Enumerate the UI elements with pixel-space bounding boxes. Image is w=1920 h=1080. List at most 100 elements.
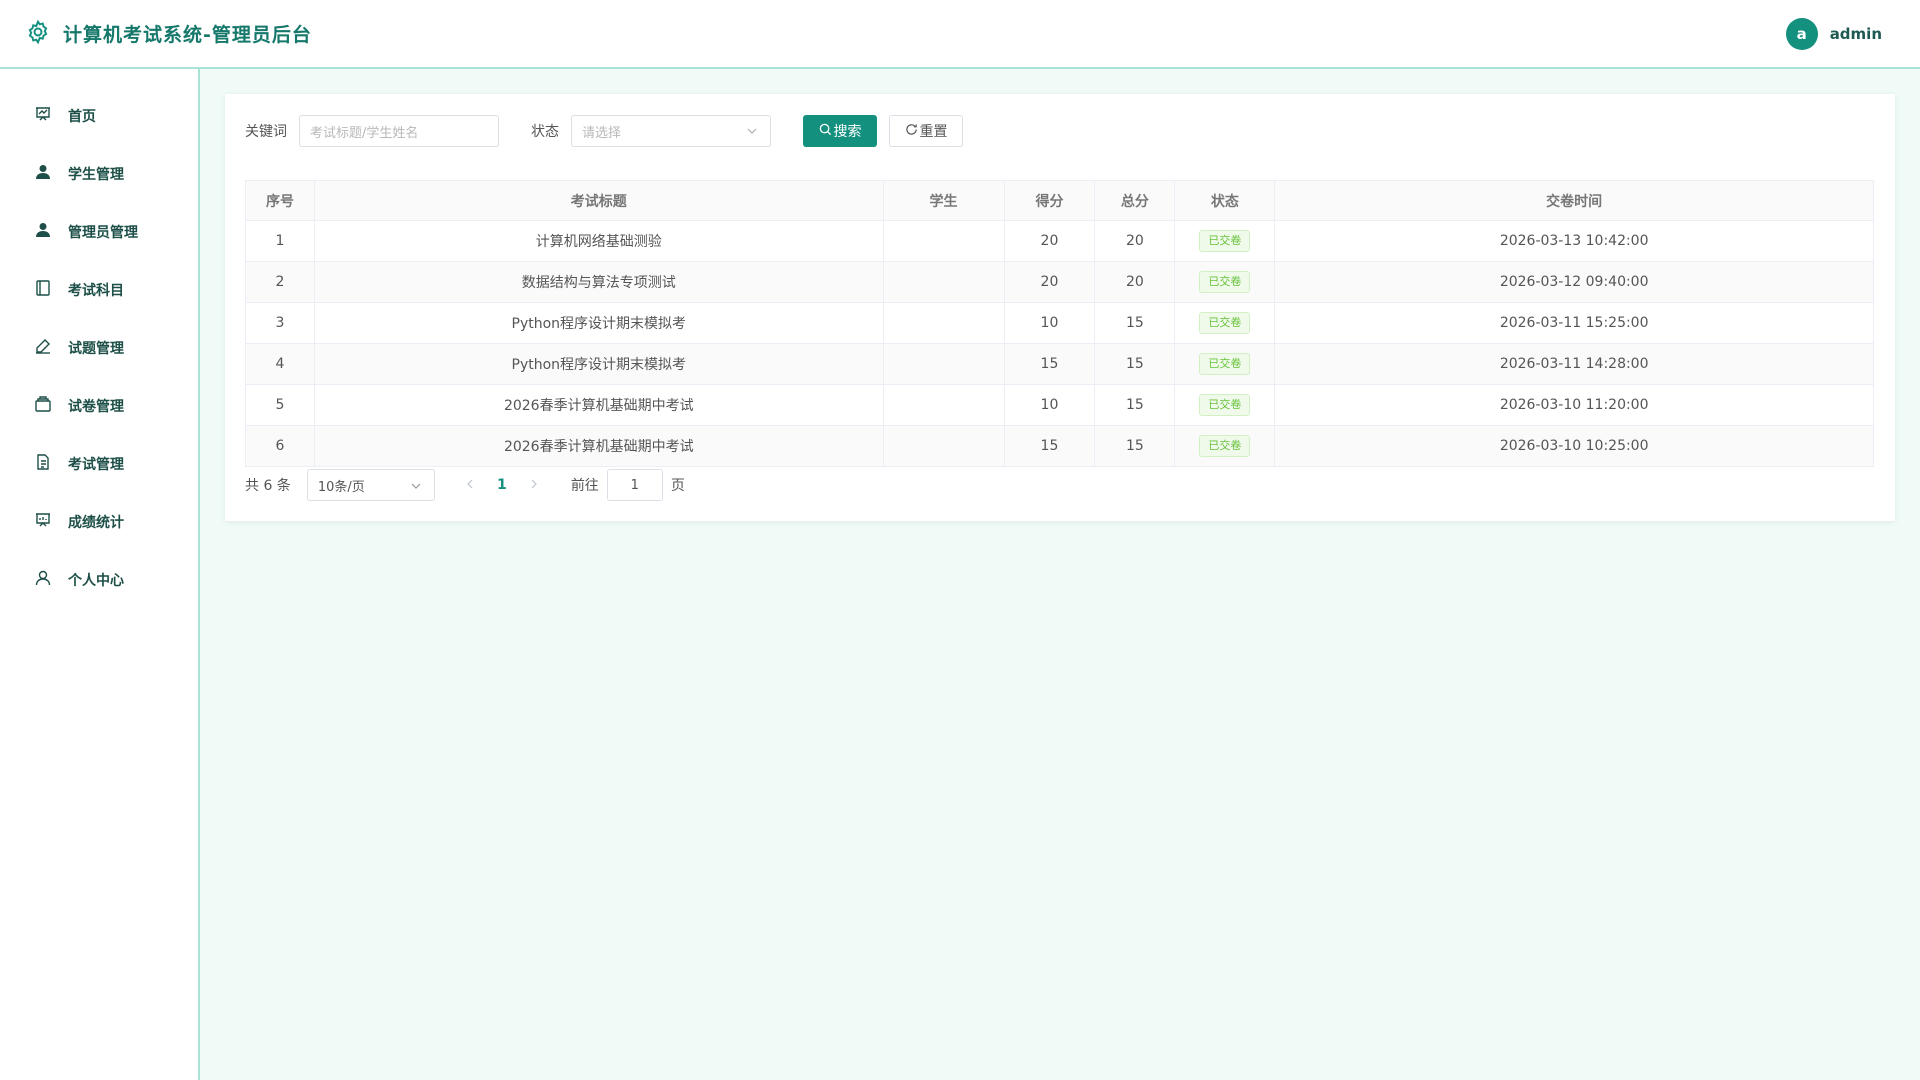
cell-title: Python程序设计期末模拟考 xyxy=(313,343,884,385)
cell-status: 已交卷 xyxy=(1174,261,1276,303)
chevron-down-icon xyxy=(410,480,422,492)
cell-submit-time: 2026-03-10 10:25:00 xyxy=(1274,425,1874,467)
sidebar-item-exams[interactable]: 考试管理 xyxy=(0,435,198,493)
cell-submit-time: 2026-03-13 10:42:00 xyxy=(1274,220,1874,262)
app-title: 计算机考试系统-管理员后台 xyxy=(63,24,312,46)
column-header-score[interactable]: 得分 xyxy=(1003,180,1096,221)
data-board-icon xyxy=(34,511,52,533)
cell-title: 计算机网络基础测验 xyxy=(313,220,884,262)
column-header-status[interactable]: 状态 xyxy=(1174,180,1276,221)
chevron-left-icon xyxy=(465,477,475,493)
cell-index: 4 xyxy=(245,343,315,385)
cell-student xyxy=(882,220,1005,262)
sidebar-item-questions[interactable]: 试题管理 xyxy=(0,319,198,377)
column-header-title[interactable]: 考试标题 xyxy=(313,180,884,221)
goto-page-value: 1 xyxy=(630,477,639,493)
avatar[interactable]: a xyxy=(1785,18,1818,50)
main-panel: 关键词 考试标题/学生姓名 状态 请选择 搜索 重置 序号 考试标题 学生 得分… xyxy=(225,94,1895,521)
sidebar: 首页 学生管理 管理员管理 考试科目 试题管理 试卷管理 考试管理 成绩统计 个… xyxy=(0,69,200,1080)
cell-total: 20 xyxy=(1094,220,1176,262)
cell-score: 10 xyxy=(1003,384,1096,426)
sidebar-item-home[interactable]: 首页 xyxy=(0,87,198,145)
sidebar-item-admins[interactable]: 管理员管理 xyxy=(0,203,198,261)
keyword-input[interactable]: 考试标题/学生姓名 xyxy=(299,115,499,147)
status-badge: 已交卷 xyxy=(1199,394,1251,416)
cell-total: 15 xyxy=(1094,425,1176,467)
user-icon xyxy=(34,221,52,243)
user-menu[interactable]: a admin xyxy=(1785,18,1882,50)
sidebar-item-label: 试题管理 xyxy=(68,341,124,357)
column-header-submit-time[interactable]: 交卷时间 xyxy=(1274,180,1874,221)
cell-total: 15 xyxy=(1094,384,1176,426)
search-icon xyxy=(819,123,834,140)
top-bar: 计算机考试系统-管理员后台 a admin xyxy=(0,0,1920,69)
status-select[interactable]: 请选择 xyxy=(571,115,771,147)
pagination: 共 6 条 10条/页 1 前往 1 页 xyxy=(245,469,685,501)
keyword-label: 关键词 xyxy=(245,124,287,140)
goto-page-input[interactable]: 1 xyxy=(606,469,663,501)
cell-total: 15 xyxy=(1094,343,1176,385)
cell-student xyxy=(882,261,1005,303)
cell-score: 10 xyxy=(1003,302,1096,344)
table-row[interactable]: 6 2026春季计算机基础期中考试 15 15 已交卷 2026-03-10 1… xyxy=(245,425,1874,467)
wallet-icon xyxy=(34,395,52,417)
sidebar-item-label: 管理员管理 xyxy=(68,225,138,241)
cell-index: 1 xyxy=(245,220,315,262)
goto-label: 前往 xyxy=(570,478,599,494)
sidebar-item-label: 个人中心 xyxy=(68,573,124,589)
page-number-current[interactable]: 1 xyxy=(485,477,519,493)
cell-student xyxy=(882,343,1005,385)
cell-submit-time: 2026-03-12 09:40:00 xyxy=(1274,261,1874,303)
status-badge: 已交卷 xyxy=(1199,435,1251,457)
sidebar-item-profile[interactable]: 个人中心 xyxy=(0,551,198,609)
notebook-icon xyxy=(34,279,52,301)
chevron-right-icon xyxy=(529,477,539,493)
search-button-label: 搜索 xyxy=(833,124,862,140)
search-button[interactable]: 搜索 xyxy=(803,115,877,147)
table-row[interactable]: 5 2026春季计算机基础期中考试 10 15 已交卷 2026-03-10 1… xyxy=(245,384,1874,426)
username[interactable]: admin xyxy=(1830,25,1882,43)
column-header-total[interactable]: 总分 xyxy=(1094,180,1176,221)
table-row[interactable]: 4 Python程序设计期末模拟考 15 15 已交卷 2026-03-11 1… xyxy=(245,343,1874,385)
results-table: 序号 考试标题 学生 得分 总分 状态 交卷时间 1 计算机网络基础测验 20 … xyxy=(245,180,1874,467)
filter-bar: 关键词 考试标题/学生姓名 状态 请选择 搜索 重置 xyxy=(245,115,963,147)
column-header-index[interactable]: 序号 xyxy=(245,180,315,221)
cell-title: 数据结构与算法专项测试 xyxy=(313,261,884,303)
user-icon xyxy=(34,163,52,185)
cell-status: 已交卷 xyxy=(1174,220,1276,262)
sidebar-item-subjects[interactable]: 考试科目 xyxy=(0,261,198,319)
document-icon xyxy=(34,453,52,475)
cell-score: 20 xyxy=(1003,220,1096,262)
sidebar-item-label: 成绩统计 xyxy=(68,515,124,531)
chevron-down-icon xyxy=(746,125,758,137)
cell-total: 20 xyxy=(1094,261,1176,303)
sidebar-item-label: 首页 xyxy=(68,109,96,125)
reset-button[interactable]: 重置 xyxy=(889,115,963,147)
cell-student xyxy=(882,384,1005,426)
sidebar-item-label: 试卷管理 xyxy=(68,399,124,415)
cell-score: 15 xyxy=(1003,343,1096,385)
next-page-button[interactable] xyxy=(519,469,549,501)
total-count: 共 6 条 xyxy=(245,478,291,494)
table-row[interactable]: 1 计算机网络基础测验 20 20 已交卷 2026-03-13 10:42:0… xyxy=(245,220,1874,262)
prev-page-button[interactable] xyxy=(455,469,485,501)
cell-index: 5 xyxy=(245,384,315,426)
sidebar-item-students[interactable]: 学生管理 xyxy=(0,145,198,203)
table-header-row: 序号 考试标题 学生 得分 总分 状态 交卷时间 xyxy=(245,180,1874,221)
table-row[interactable]: 3 Python程序设计期末模拟考 10 15 已交卷 2026-03-11 1… xyxy=(245,302,1874,344)
sidebar-item-statistics[interactable]: 成绩统计 xyxy=(0,493,198,551)
column-header-student[interactable]: 学生 xyxy=(882,180,1005,221)
status-badge: 已交卷 xyxy=(1199,271,1251,293)
sidebar-item-papers[interactable]: 试卷管理 xyxy=(0,377,198,435)
status-badge: 已交卷 xyxy=(1199,312,1251,334)
cell-status: 已交卷 xyxy=(1174,425,1276,467)
page-size-select[interactable]: 10条/页 xyxy=(306,469,435,501)
page-unit-label: 页 xyxy=(670,478,685,494)
cell-student xyxy=(882,425,1005,467)
cell-title: 2026春季计算机基础期中考试 xyxy=(313,425,884,467)
cell-index: 3 xyxy=(245,302,315,344)
cell-index: 2 xyxy=(245,261,315,303)
cell-total: 15 xyxy=(1094,302,1176,344)
cell-status: 已交卷 xyxy=(1174,343,1276,385)
table-row[interactable]: 2 数据结构与算法专项测试 20 20 已交卷 2026-03-12 09:40… xyxy=(245,261,1874,303)
